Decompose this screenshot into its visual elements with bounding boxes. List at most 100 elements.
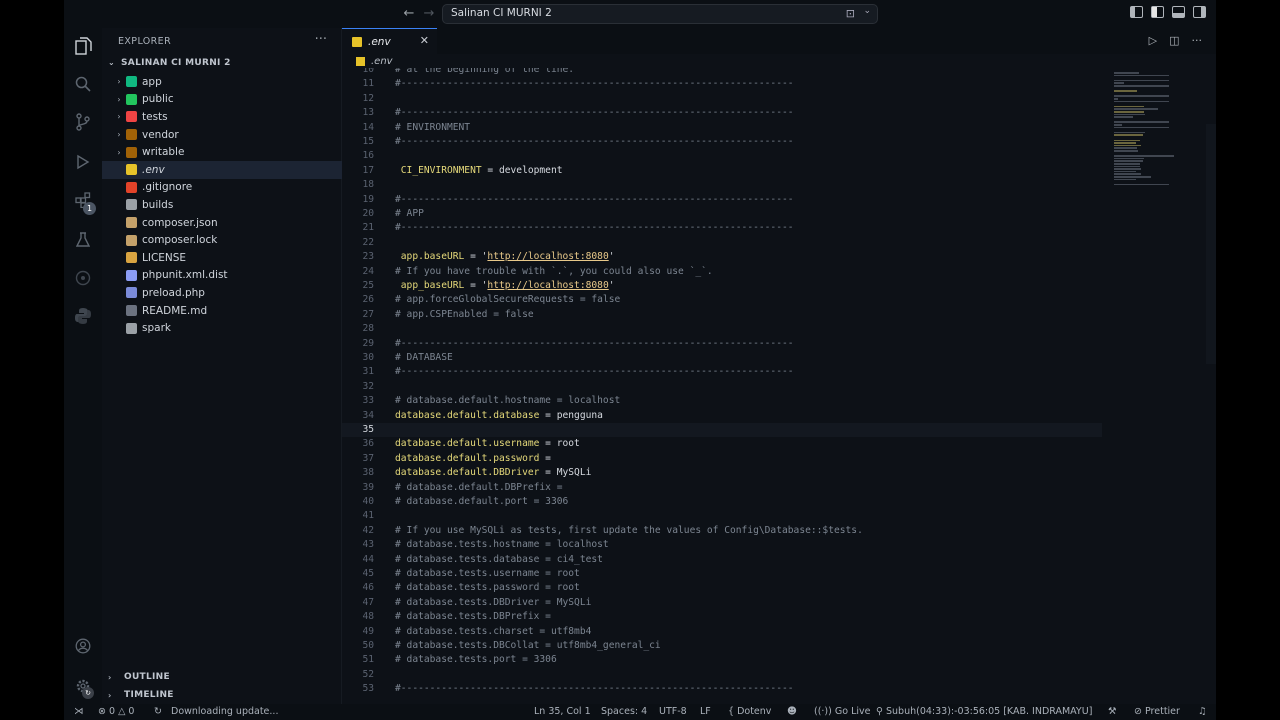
code-line[interactable]: 25 app_baseURL = 'http://localhost:8080' (342, 279, 1102, 293)
code-line[interactable]: 35 (342, 423, 1102, 438)
code-line[interactable]: 17 CI_ENVIRONMENT = development (342, 164, 1102, 178)
code-line[interactable]: 45 # database.tests.username = root (342, 567, 1102, 581)
code-line[interactable]: 42 # If you use MySQLi as tests, first up… (342, 524, 1102, 538)
close-icon[interactable]: ✕ (420, 34, 429, 47)
copilot-status-icon[interactable]: ☻ (787, 706, 797, 717)
cursor-position[interactable]: Ln 35, Col 1 (534, 706, 591, 717)
code-line[interactable]: 30 # DATABASE (342, 351, 1102, 365)
code-line[interactable]: 50 # database.tests.DBCollat = utf8mb4_ge… (342, 639, 1102, 653)
file-item[interactable]: .env (102, 160, 342, 179)
vertical-scrollbar[interactable] (1206, 124, 1216, 364)
split-editor-icon[interactable]: ◫ (1169, 34, 1179, 47)
file-item[interactable]: README.md (102, 302, 342, 320)
code-line[interactable]: 46 # database.tests.password = root (342, 581, 1102, 595)
code-line[interactable]: 23 app.baseURL = 'http://localhost:8080' (342, 250, 1102, 264)
code-line[interactable]: 39 # database.default.DBPrefix = (342, 481, 1102, 495)
code-line[interactable]: 32 (342, 380, 1102, 394)
prayer-time[interactable]: ⚲ Subuh(04:33):-03:56:05 [KAB. INDRAMAYU… (876, 706, 1092, 717)
code-line[interactable]: 11 #-------------------------------------… (342, 77, 1102, 91)
copilot-icon[interactable]: ⊡ (846, 7, 855, 20)
code-line[interactable]: 49 # database.tests.charset = utf8mb4 (342, 625, 1102, 639)
code-line[interactable]: 37 database.default.password = (342, 452, 1102, 466)
run-debug-icon[interactable] (73, 152, 93, 172)
file-item[interactable]: LICENSE (102, 249, 342, 267)
code-line[interactable]: 19 #-------------------------------------… (342, 193, 1102, 207)
code-line[interactable]: 15 #-------------------------------------… (342, 135, 1102, 149)
code-line[interactable]: 21 #-------------------------------------… (342, 221, 1102, 235)
encoding[interactable]: UTF-8 (659, 706, 687, 717)
code-line[interactable]: 38 database.default.DBDriver = MySQLi (342, 466, 1102, 480)
source-control-icon[interactable] (73, 112, 93, 132)
code-line[interactable]: 31 #-------------------------------------… (342, 365, 1102, 379)
timeline-section[interactable]: › TIMELINE (102, 686, 342, 704)
code-line[interactable]: 47 # database.tests.DBDriver = MySQLi (342, 596, 1102, 610)
code-line[interactable]: 22 (342, 236, 1102, 250)
code-line[interactable]: 29 #-------------------------------------… (342, 337, 1102, 351)
indentation[interactable]: Spaces: 4 (601, 706, 647, 717)
url-link[interactable]: http://localhost:8080 (487, 251, 608, 262)
code-line[interactable]: 10 # at the beginning of the line. (342, 68, 1102, 77)
file-item[interactable]: preload.php (102, 284, 342, 302)
folder-item[interactable]: › tests (102, 108, 342, 126)
code-line[interactable]: 27 # app.CSPEnabled = false (342, 308, 1102, 322)
minimap[interactable] (1114, 72, 1176, 192)
search-icon[interactable] (73, 74, 93, 94)
code-editor[interactable]: 10 # at the beginning of the line. 11 #----… (342, 68, 1216, 704)
code-line[interactable]: 13 #-------------------------------------… (342, 106, 1102, 120)
folder-item[interactable]: › app (102, 73, 342, 91)
notifications-bell-icon[interactable]: ♫ (1198, 706, 1207, 717)
code-line[interactable]: 14 # ENVIRONMENT (342, 121, 1102, 135)
outline-section[interactable]: › OUTLINE (102, 668, 342, 686)
code-line[interactable]: 44 # database.tests.database = ci4_test (342, 553, 1102, 567)
more-actions-icon[interactable]: ··· (315, 32, 327, 47)
prettier-status[interactable]: ⊘ Prettier (1134, 706, 1180, 717)
more-icon[interactable]: ··· (1192, 34, 1203, 47)
update-status[interactable]: Downloading update... (171, 706, 278, 717)
go-live-button[interactable]: ((·)) Go Live (814, 706, 870, 717)
folder-item[interactable]: › vendor (102, 126, 342, 144)
code-line[interactable]: 26 # app.forceGlobalSecureRequests = fals… (342, 293, 1102, 307)
file-item[interactable]: composer.lock (102, 231, 342, 249)
code-line[interactable]: 34 database.default.database = pengguna (342, 409, 1102, 423)
toggle-primary-sidebar-icon[interactable] (1151, 6, 1164, 18)
code-line[interactable]: 18 (342, 178, 1102, 192)
folder-item[interactable]: › public (102, 91, 342, 109)
tools-icon[interactable]: ⚒ (1108, 706, 1117, 717)
code-line[interactable]: 52 (342, 668, 1102, 682)
file-item[interactable]: .gitignore (102, 179, 342, 197)
code-line[interactable]: 28 (342, 322, 1102, 336)
code-line[interactable]: 16 (342, 149, 1102, 163)
code-line[interactable]: 43 # database.tests.hostname = localhost (342, 538, 1102, 552)
code-line[interactable]: 12 (342, 92, 1102, 106)
code-line[interactable]: 20 # APP (342, 207, 1102, 221)
code-line[interactable]: 36 database.default.username = root (342, 437, 1102, 451)
code-line[interactable]: 24 # If you have trouble with `.`, you co… (342, 265, 1102, 279)
toggle-secondary-sidebar-icon[interactable] (1193, 6, 1206, 18)
tab-env[interactable]: .env ✕ (342, 28, 437, 54)
code-line[interactable]: 53 #-------------------------------------… (342, 682, 1102, 696)
file-item[interactable]: spark (102, 319, 342, 337)
accounts-icon[interactable] (73, 636, 93, 656)
command-center[interactable]: Salinan CI MURNI 2 ⊡ ⌄ (442, 4, 878, 24)
code-line[interactable]: 48 # database.tests.DBPrefix = (342, 610, 1102, 624)
code-line[interactable]: 41 (342, 509, 1102, 523)
remote-explorer-icon[interactable] (73, 268, 93, 288)
python-icon[interactable] (73, 306, 93, 326)
file-item[interactable]: phpunit.xml.dist (102, 267, 342, 285)
language-mode[interactable]: { Dotenv (728, 706, 771, 717)
back-arrow-icon[interactable]: ← (400, 5, 418, 23)
code-line[interactable]: 51 # database.tests.port = 3306 (342, 653, 1102, 667)
toggle-sidebar-icon[interactable] (1130, 6, 1143, 18)
chevron-down-icon[interactable]: ⌄ (863, 6, 871, 16)
file-item[interactable]: composer.json (102, 214, 342, 232)
code-line[interactable]: 33 # database.default.hostname = localhos… (342, 394, 1102, 408)
breadcrumb[interactable]: .env (356, 56, 393, 67)
problems-indicator[interactable]: ⊗ 0 △ 0 (98, 706, 134, 717)
code-line[interactable]: 40 # database.default.port = 3306 (342, 495, 1102, 509)
run-icon[interactable]: ▷ (1149, 34, 1157, 47)
explorer-icon[interactable] (73, 36, 93, 56)
remote-indicator-icon[interactable]: ⋊ (74, 706, 84, 717)
end-of-line[interactable]: LF (700, 706, 711, 717)
forward-arrow-icon[interactable]: → (420, 5, 438, 23)
url-link[interactable]: http://localhost:8080 (487, 280, 608, 291)
